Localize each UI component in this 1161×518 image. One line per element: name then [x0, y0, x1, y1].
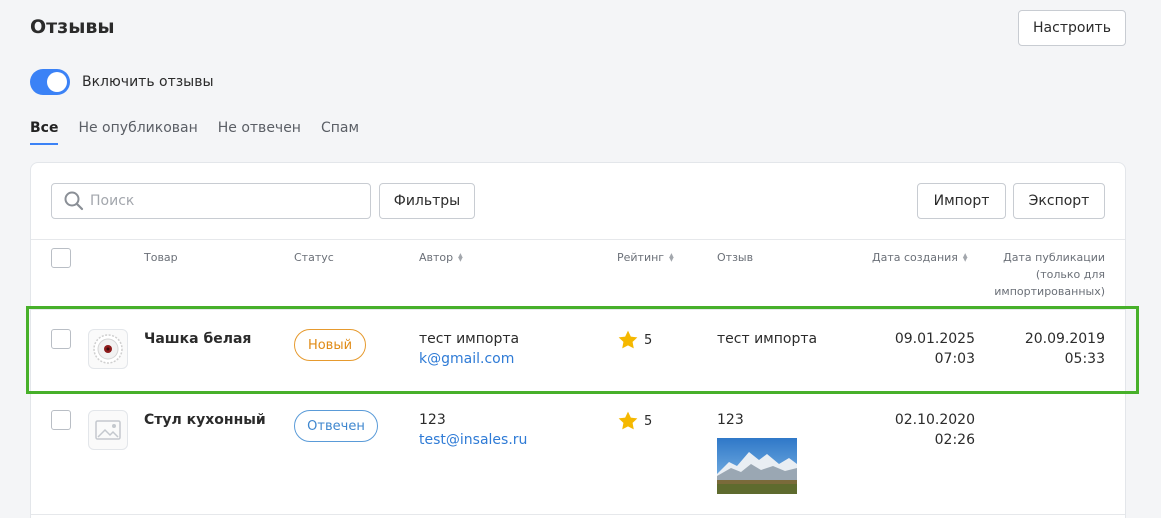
divider — [31, 514, 1125, 515]
search-box[interactable] — [51, 183, 371, 219]
tab-unanswered[interactable]: Не отвечен — [218, 120, 301, 145]
product-name[interactable]: Стул кухонный — [144, 410, 266, 430]
enable-reviews-label: Включить отзывы — [82, 74, 214, 90]
created-date: 02.10.2020 — [894, 412, 975, 428]
column-header-published: Дата публикации (только для импортирован… — [980, 249, 1105, 300]
column-header-created-label: Дата создания — [872, 251, 958, 264]
tab-all[interactable]: Все — [30, 120, 59, 145]
review-text: 123 — [717, 412, 744, 428]
column-header-rating[interactable]: Рейтинг ▲ ▼ — [617, 251, 674, 264]
sort-icon: ▲ ▼ — [669, 251, 674, 263]
mountain-photo-icon — [717, 438, 797, 494]
column-header-review: Отзыв — [717, 251, 753, 264]
column-header-review-label: Отзыв — [717, 251, 754, 264]
filters-button[interactable]: Фильтры — [379, 183, 475, 219]
export-button[interactable]: Экспорт — [1013, 183, 1105, 219]
search-icon — [64, 191, 84, 211]
sort-icon: ▲ ▼ — [458, 251, 463, 263]
author-name: 123 — [419, 412, 446, 428]
product-thumbnail — [88, 410, 128, 450]
review-photo[interactable] — [717, 438, 797, 494]
column-header-published-line2: (только для — [1035, 268, 1105, 281]
rating-value: 5 — [644, 413, 653, 429]
tab-spam[interactable]: Спам — [321, 120, 359, 145]
toggle-knob — [47, 72, 67, 92]
status-badge: Отвечен — [294, 410, 378, 442]
settings-button[interactable]: Настроить — [1018, 10, 1126, 46]
selected-row-highlight — [26, 306, 1139, 394]
tab-unpublished[interactable]: Не опубликован — [78, 120, 197, 145]
author-email-link[interactable]: test@insales.ru — [419, 430, 527, 450]
row-checkbox[interactable] — [51, 410, 71, 430]
select-all-checkbox[interactable] — [51, 248, 71, 268]
sort-icon: ▲ ▼ — [962, 251, 968, 263]
search-input[interactable] — [90, 193, 340, 209]
divider — [31, 239, 1125, 240]
column-header-product-label: Товар — [144, 251, 178, 264]
status-tabs: Все Не опубликован Не отвечен Спам — [30, 120, 379, 145]
enable-reviews-toggle[interactable] — [30, 69, 70, 95]
column-header-created[interactable]: Дата создания ▲ ▼ — [872, 251, 968, 264]
column-header-author[interactable]: Автор ▲ ▼ — [419, 251, 463, 264]
column-header-status-label: Статус — [294, 251, 334, 264]
column-header-product: Товар — [144, 251, 178, 264]
image-placeholder-icon — [95, 420, 121, 440]
column-header-published-line3: импортированных) — [994, 285, 1105, 298]
column-header-author-label: Автор — [419, 251, 454, 264]
star-icon — [618, 411, 638, 430]
created-time: 02:26 — [934, 432, 975, 448]
column-header-rating-label: Рейтинг — [617, 251, 665, 264]
column-header-published-line1: Дата публикации — [1003, 251, 1105, 264]
page-title: Отзывы — [30, 16, 115, 38]
column-header-status: Статус — [294, 251, 334, 264]
enable-reviews-row: Включить отзывы — [30, 69, 214, 95]
import-button[interactable]: Импорт — [917, 183, 1006, 219]
rating: 5 — [617, 410, 652, 432]
